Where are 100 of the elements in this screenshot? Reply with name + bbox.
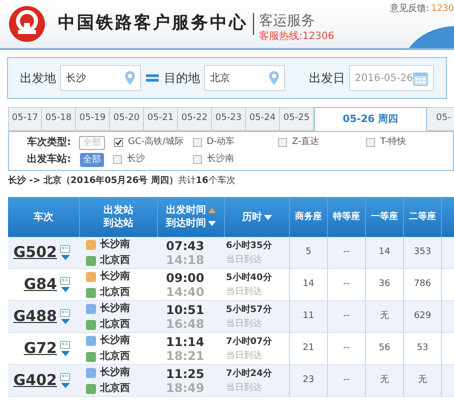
column-header[interactable]: 历时 xyxy=(242,210,272,224)
seat-count: 629 xyxy=(414,310,432,323)
checkbox[interactable] xyxy=(192,138,202,147)
departure-time: 09:00 xyxy=(166,270,206,284)
departure-time: 07:43 xyxy=(166,238,206,252)
arrival-time: 14:18 xyxy=(166,252,206,266)
column-header[interactable]: 二等座 xyxy=(409,210,436,224)
date-tab[interactable]: 05-25 xyxy=(280,107,314,131)
table-row[interactable]: G402 长沙南 北京西 11:25 18:49 7小时24分 当日到达 23 -- 无 无 xyxy=(8,365,454,397)
date-tab[interactable]: 05-20 xyxy=(110,107,144,131)
seat-count: -- xyxy=(343,246,350,259)
to-label: 目的地 xyxy=(164,70,200,87)
to-field[interactable]: 北京 xyxy=(204,65,285,91)
column-header[interactable]: 车次 xyxy=(34,210,54,224)
checkbox-label: T-特快 xyxy=(380,136,406,149)
seat-count: 无 xyxy=(380,310,389,323)
seat-count: 786 xyxy=(414,278,432,291)
sort-down-icon[interactable] xyxy=(208,221,216,226)
date-tab[interactable]: 05-26 周四 xyxy=(314,107,427,131)
arrival-station: 北京西 xyxy=(100,253,130,268)
swap-icon[interactable] xyxy=(146,73,159,83)
departure-time: 11:14 xyxy=(166,334,206,348)
train-number-link[interactable]: G502 xyxy=(13,241,57,264)
station-badge-icon xyxy=(86,320,96,330)
sort-up-icon[interactable] xyxy=(208,208,216,213)
date-label: 出发日 xyxy=(308,70,345,87)
column-header[interactable]: 商务座 xyxy=(295,210,322,224)
duration-text: 5小时57分 xyxy=(226,303,273,316)
duration-text: 7小时07分 xyxy=(226,335,273,348)
checkbox-label: 长沙 xyxy=(127,152,145,166)
seat-count: -- xyxy=(343,310,350,323)
date-tab[interactable]: 05- xyxy=(427,107,454,131)
train-number-link[interactable]: G84 xyxy=(24,273,57,296)
expand-caret-icon[interactable] xyxy=(60,319,70,324)
table-row[interactable]: G72 长沙南 北京西 11:14 18:21 7小时07分 当日到达 21 -- 56 53 xyxy=(8,333,454,365)
date-tab[interactable]: 05-24 xyxy=(246,107,280,131)
sort-down-icon[interactable] xyxy=(264,214,272,220)
checkbox[interactable] xyxy=(113,155,122,164)
train-number-link[interactable]: G402 xyxy=(13,369,57,392)
column-header[interactable]: 到达时间 xyxy=(166,217,216,230)
seat-count: 5 xyxy=(306,246,312,259)
date-tab[interactable]: 05-17 xyxy=(8,107,42,131)
departure-station: 长沙南 xyxy=(100,334,130,348)
calendar-icon[interactable] xyxy=(413,70,428,86)
departure-time: 11:25 xyxy=(166,366,206,380)
stops-info-icon[interactable] xyxy=(60,277,70,285)
stops-info-icon[interactable] xyxy=(60,341,70,349)
location-pin-icon xyxy=(125,71,136,85)
checkbox[interactable] xyxy=(114,138,124,147)
arrival-station: 北京西 xyxy=(100,285,130,300)
checkbox[interactable] xyxy=(278,138,287,147)
column-header[interactable]: 出发站 xyxy=(104,204,134,217)
seat-count: 353 xyxy=(414,246,432,259)
table-row[interactable]: G502 长沙南 北京西 07:43 14:18 6小时35分 当日到达 5 -- 14 353 xyxy=(8,237,454,269)
table-row[interactable]: G84 长沙南 北京西 09:00 14:40 5小时40分 当日到达 14 -- 36 786 xyxy=(8,269,454,301)
checkbox-label: GC-高铁/城际 xyxy=(128,136,184,149)
column-header[interactable]: 特等座 xyxy=(333,210,360,224)
stops-info-icon[interactable] xyxy=(60,309,70,317)
departure-station: 长沙南 xyxy=(100,302,130,316)
logo-icon xyxy=(8,5,46,43)
column-header[interactable]: 到达站 xyxy=(104,217,134,230)
checkbox[interactable] xyxy=(193,155,202,164)
seat-count: -- xyxy=(343,342,350,355)
departure-station: 长沙南 xyxy=(100,238,130,252)
train-number-link[interactable]: G72 xyxy=(24,337,57,360)
date-tab[interactable]: 05-21 xyxy=(144,107,178,131)
station-badge-icon xyxy=(86,288,96,298)
date-tab[interactable]: 05-19 xyxy=(76,107,110,131)
banner-swoosh-icon xyxy=(409,26,454,48)
checkbox[interactable] xyxy=(366,138,376,147)
arrival-station: 北京西 xyxy=(100,349,130,364)
seat-count: -- xyxy=(343,374,350,387)
arrival-day-text: 当日到达 xyxy=(226,350,263,362)
train-number-link[interactable]: G488 xyxy=(13,305,57,328)
expand-caret-icon[interactable] xyxy=(60,287,70,292)
checkbox-label: 长沙南 xyxy=(207,152,234,166)
station-badge-icon xyxy=(86,256,96,266)
arrival-day-text: 当日到达 xyxy=(226,254,263,266)
date-tab[interactable]: 05-18 xyxy=(42,107,76,131)
arrival-day-text: 当日到达 xyxy=(226,382,263,394)
date-tab[interactable]: 05-22 xyxy=(178,107,212,131)
stops-info-icon[interactable] xyxy=(60,245,70,253)
from-label: 出发地 xyxy=(20,70,56,87)
departure-station: 长沙南 xyxy=(100,270,130,284)
from-field[interactable]: 长沙 xyxy=(60,65,142,91)
date-tab[interactable]: 05-23 xyxy=(212,107,246,131)
checkbox-label: Z-直达 xyxy=(292,136,320,149)
expand-caret-icon[interactable] xyxy=(60,255,70,260)
seat-count: 无 xyxy=(380,374,389,387)
expand-caret-icon[interactable] xyxy=(60,383,70,388)
seat-count: 21 xyxy=(302,342,314,355)
seat-count: 14 xyxy=(302,278,314,291)
column-header[interactable]: 出发时间 xyxy=(166,204,216,217)
seat-count: 23 xyxy=(302,374,314,387)
expand-caret-icon[interactable] xyxy=(60,351,70,356)
column-header[interactable]: 一等座 xyxy=(371,210,398,224)
table-row[interactable]: G488 长沙南 北京西 10:51 16:48 5小时57分 当日到达 11 -- 无 629 xyxy=(8,301,454,333)
all-filter-button[interactable]: 全部 xyxy=(80,152,104,166)
departure-station: 长沙南 xyxy=(100,366,130,380)
stops-info-icon[interactable] xyxy=(60,373,70,381)
